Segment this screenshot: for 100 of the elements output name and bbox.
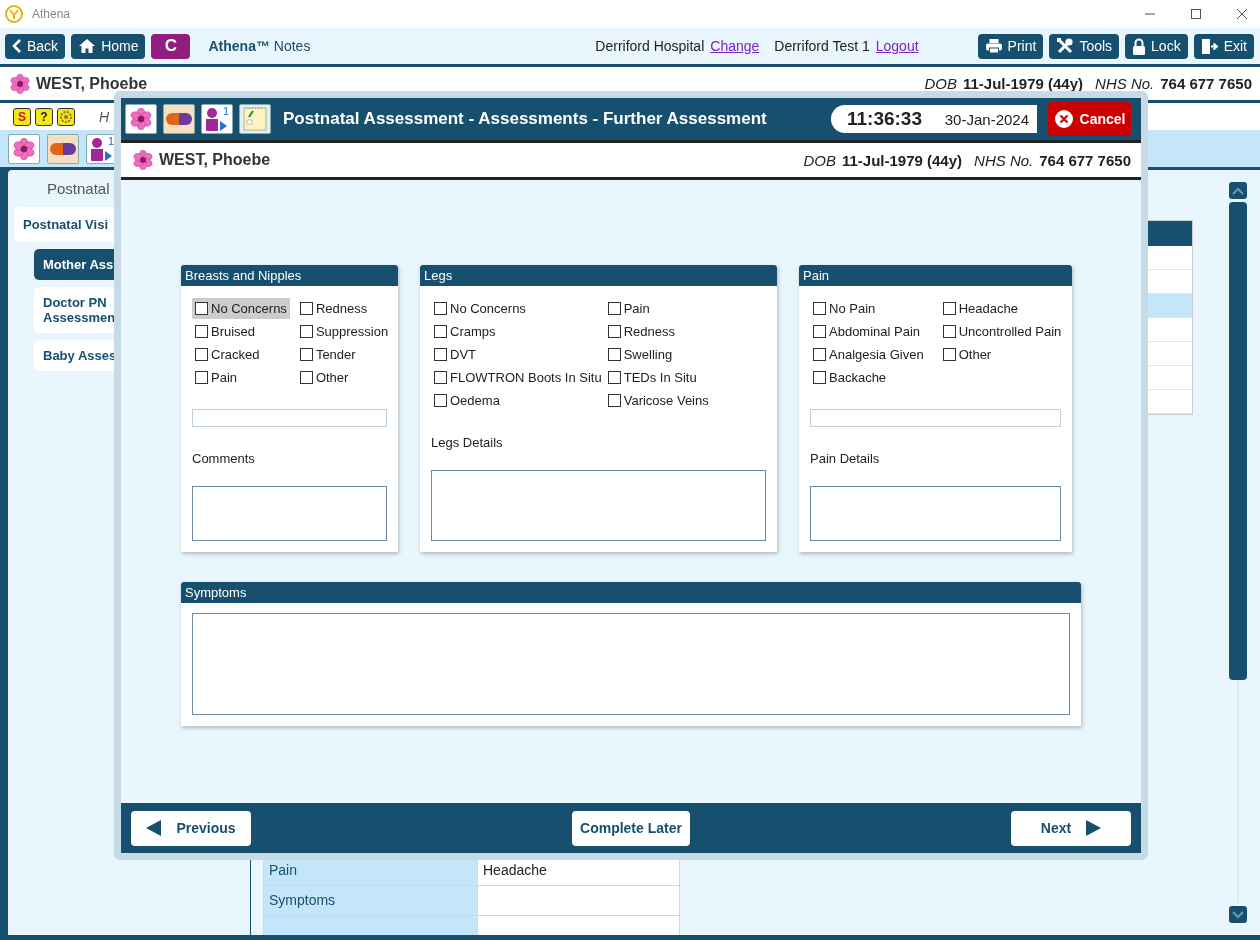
help-icon[interactable]: ? bbox=[35, 107, 53, 126]
checkbox[interactable] bbox=[195, 302, 208, 315]
exit-door-icon bbox=[1200, 37, 1219, 55]
checkbox[interactable] bbox=[813, 371, 826, 384]
table-cell: Symptoms bbox=[263, 886, 478, 916]
complete-later-button[interactable]: Complete Later bbox=[572, 810, 690, 846]
other-input-field[interactable] bbox=[810, 409, 1061, 427]
details-field[interactable] bbox=[810, 486, 1061, 541]
checkbox[interactable] bbox=[195, 325, 208, 338]
checkbox-option[interactable]: Redness bbox=[604, 321, 712, 342]
checkbox[interactable] bbox=[434, 394, 447, 407]
checkbox-option[interactable]: Bruised bbox=[192, 321, 290, 342]
checkbox-option[interactable]: Headache bbox=[939, 298, 1065, 319]
checkbox-option[interactable]: Backache bbox=[810, 367, 927, 388]
location-name: Derriford Hospital bbox=[595, 38, 705, 54]
home-button[interactable]: Home bbox=[71, 33, 146, 59]
back-button[interactable]: Back bbox=[5, 33, 66, 59]
checkbox[interactable] bbox=[434, 302, 447, 315]
checkbox-option[interactable]: Tender bbox=[296, 344, 392, 365]
checkbox-option[interactable]: FLOWTRON Boots In Situ bbox=[431, 367, 605, 388]
scroll-down-button[interactable] bbox=[1229, 906, 1247, 923]
scrollbar-thumb[interactable] bbox=[1229, 202, 1247, 680]
checkbox[interactable] bbox=[813, 302, 826, 315]
logout-link[interactable]: Logout bbox=[875, 38, 919, 54]
checkbox[interactable] bbox=[299, 325, 313, 338]
checkbox-option[interactable]: Pain bbox=[604, 298, 712, 319]
panel-header: Pain bbox=[799, 265, 1072, 286]
time-text: 11:36:33 bbox=[847, 108, 922, 130]
checkbox[interactable] bbox=[434, 348, 447, 361]
field-label: Pain Details bbox=[810, 451, 881, 466]
symptoms-field[interactable] bbox=[192, 613, 1070, 715]
change-link[interactable]: Change bbox=[710, 38, 760, 54]
triangle-left-icon bbox=[146, 820, 163, 836]
next-button[interactable]: Next bbox=[1011, 810, 1131, 846]
patient-name: WEST, Phoebe bbox=[36, 74, 148, 93]
checkbox[interactable] bbox=[607, 348, 621, 361]
checkbox-option[interactable]: DVT bbox=[431, 344, 605, 365]
checkbox-option[interactable]: Abdominal Pain bbox=[810, 321, 927, 342]
checkbox-option[interactable]: Redness bbox=[296, 298, 392, 319]
field-label: Comments bbox=[192, 451, 256, 466]
checkbox[interactable] bbox=[813, 348, 826, 361]
checkbox[interactable] bbox=[813, 325, 826, 338]
gear-icon[interactable] bbox=[57, 107, 75, 126]
checkbox-option[interactable]: Pain bbox=[192, 367, 290, 388]
scroll-up-button[interactable] bbox=[1229, 182, 1247, 199]
letter-button[interactable]: C bbox=[151, 33, 191, 59]
checkbox[interactable] bbox=[942, 302, 956, 315]
checkbox[interactable] bbox=[299, 302, 313, 315]
checkbox-option[interactable]: Swelling bbox=[604, 344, 712, 365]
checkbox-option[interactable]: No Concerns bbox=[431, 298, 605, 319]
count-text: 1 bbox=[107, 134, 114, 147]
checkbox[interactable] bbox=[195, 348, 208, 361]
details-field[interactable] bbox=[192, 486, 387, 541]
lock-button[interactable]: Lock bbox=[1125, 33, 1188, 59]
dialog-title: Postnatal Assessment - Assessments - Further Assessment bbox=[283, 109, 767, 129]
flower-icon bbox=[133, 150, 153, 170]
checkbox[interactable] bbox=[299, 371, 313, 384]
checkbox[interactable] bbox=[607, 302, 621, 315]
app-name: Athena™ Notes bbox=[208, 38, 311, 54]
checkbox-option[interactable]: No Concerns bbox=[192, 298, 290, 319]
checkbox-option[interactable]: Other bbox=[296, 367, 392, 388]
checkbox[interactable] bbox=[434, 371, 447, 384]
tools-button[interactable]: Tools bbox=[1049, 33, 1120, 59]
checkbox-option[interactable]: TEDs In Situ bbox=[604, 367, 712, 388]
checkbox-option[interactable]: Analgesia Given bbox=[810, 344, 927, 365]
checkbox-option[interactable]: Cramps bbox=[431, 321, 605, 342]
hand-alert-icon[interactable]: S bbox=[13, 107, 31, 126]
dob-value: 11-Jul-1979 (44y) bbox=[962, 75, 1084, 92]
cancel-button[interactable]: Cancel bbox=[1048, 102, 1131, 136]
other-input-field[interactable] bbox=[192, 409, 387, 427]
nhs-number: 764 677 7650 bbox=[1039, 151, 1131, 169]
checkbox[interactable] bbox=[942, 325, 956, 338]
checkbox[interactable] bbox=[607, 325, 621, 338]
checkbox-option[interactable]: Cracked bbox=[192, 344, 290, 365]
checkbox-option[interactable]: Oedema bbox=[431, 390, 605, 411]
checkbox[interactable] bbox=[434, 325, 447, 338]
maximize-icon bbox=[1190, 8, 1202, 20]
dob-value: 11-Jul-1979 (44y) bbox=[841, 151, 963, 169]
panel-header: Legs bbox=[420, 265, 777, 286]
dob-label: DOB bbox=[924, 75, 957, 92]
flower-icon bbox=[10, 73, 30, 94]
triangle-right-icon bbox=[1085, 820, 1102, 836]
print-button[interactable]: Print bbox=[977, 33, 1044, 59]
checkbox[interactable] bbox=[607, 371, 621, 384]
checkbox[interactable] bbox=[607, 394, 621, 407]
details-field[interactable] bbox=[431, 470, 766, 541]
previous-button[interactable]: Previous bbox=[131, 810, 251, 846]
dob-label: DOB bbox=[803, 151, 836, 169]
checkbox-option[interactable]: Uncontrolled Pain bbox=[939, 321, 1065, 342]
patient-name: WEST, Phoebe bbox=[159, 151, 271, 169]
figure-icon bbox=[205, 107, 227, 131]
capsule-drawing bbox=[50, 142, 76, 155]
checkbox-option[interactable]: Varicose Veins bbox=[604, 390, 712, 411]
exit-button[interactable]: Exit bbox=[1193, 33, 1254, 59]
checkbox[interactable] bbox=[299, 348, 313, 361]
checkbox-option[interactable]: Suppression bbox=[296, 321, 392, 342]
checkbox[interactable] bbox=[942, 348, 956, 361]
checkbox-option[interactable]: Other bbox=[939, 344, 1065, 365]
checkbox-option[interactable]: No Pain bbox=[810, 298, 927, 319]
checkbox[interactable] bbox=[195, 371, 208, 384]
